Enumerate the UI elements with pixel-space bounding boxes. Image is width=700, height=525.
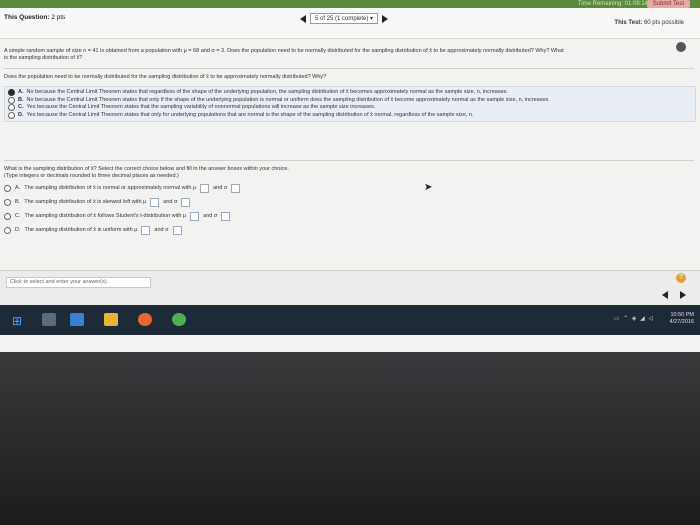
option-text: The sampling distribution of x̄ follows … (24, 212, 187, 219)
option-text: The sampling distribution of x̄ is norma… (24, 184, 197, 191)
option-letter: D. (18, 111, 24, 118)
option-2d[interactable]: D. The sampling distribution of x̄ is un… (4, 223, 240, 237)
answer-hint-box: Click to select and enter your answer(s)… (6, 277, 151, 288)
clock-date: 4/27/2016 (669, 319, 694, 325)
option-text-mid: and σ (203, 212, 218, 219)
mu-input[interactable] (150, 197, 160, 207)
option-text: Yes because the Central Limit Theorem st… (26, 104, 376, 111)
pager (662, 291, 686, 299)
test-points-value: 60 pts possible (643, 20, 684, 26)
option-letter: A. (15, 184, 21, 191)
file-explorer-icon[interactable] (104, 313, 118, 326)
question-points: 2 pts (51, 14, 66, 21)
option-text-mid: and σ (213, 184, 228, 191)
windows-taskbar: ⊞ ▭ ⌃ ◈ ◢ ◁ 10:50 PM 4/27/2016 (0, 305, 700, 335)
option-text: No because the Central Limit Theorem sta… (26, 96, 550, 103)
question-1-text: Does the population need to be normally … (4, 74, 327, 80)
radio-2a[interactable] (4, 184, 11, 192)
option-letter: A. (18, 89, 24, 96)
option-text: The sampling distribution of x̄ is skewe… (24, 198, 147, 205)
chrome-icon[interactable] (172, 313, 186, 326)
question-label: This Question: (4, 14, 50, 21)
firefox-icon[interactable] (138, 313, 152, 326)
windows-start-icon[interactable]: ⊞ (12, 314, 22, 328)
taskbar-clock[interactable]: 10:50 PM 4/27/2016 (670, 312, 694, 326)
option-letter: C. (18, 104, 24, 111)
mu-input[interactable] (141, 225, 151, 235)
radio-d[interactable] (8, 111, 15, 119)
radio-b[interactable] (8, 96, 15, 104)
option-2a[interactable]: A. The sampling distribution of x̄ is no… (4, 181, 241, 195)
question-header: This Question: 2 pts 5 of 25 (1 complete… (0, 8, 700, 39)
option-letter: D. (15, 226, 21, 233)
mu-input[interactable] (190, 211, 200, 221)
sigma-input[interactable] (172, 225, 182, 235)
option-b[interactable]: B. No because the Central Limit Theorem … (8, 96, 692, 105)
previous-question-icon[interactable] (300, 14, 306, 23)
radio-c[interactable] (8, 104, 15, 112)
previous-page-icon[interactable] (662, 291, 668, 299)
sigma-input[interactable] (181, 197, 191, 207)
option-a[interactable]: A. No because the Central Limit Theorem … (8, 89, 692, 97)
test-label: This Test: (614, 20, 643, 26)
question-info: This Question: 2 pts (4, 14, 65, 21)
task-view-icon[interactable] (42, 313, 56, 326)
laptop-bezel (0, 352, 700, 525)
edge-icon[interactable] (70, 313, 84, 326)
option-text: The sampling distribution of x̄ is unifo… (24, 226, 138, 233)
problem-line-2: is the sampling distribution of x̄? (4, 55, 83, 61)
clock-time: 10:50 PM (670, 312, 694, 318)
mouse-cursor-icon: ➤ (424, 182, 433, 193)
question-2-options: A. The sampling distribution of x̄ is no… (4, 181, 241, 237)
option-text-mid: and σ (163, 198, 178, 205)
mu-input[interactable] (200, 183, 210, 193)
option-text: No because the Central Limit Theorem sta… (26, 89, 508, 96)
next-page-icon[interactable] (680, 291, 686, 299)
option-letter: B. (18, 96, 24, 103)
sigma-input[interactable] (221, 211, 231, 221)
divider (4, 68, 694, 69)
option-letter: C. (15, 212, 21, 219)
radio-a[interactable] (8, 89, 15, 97)
option-c[interactable]: C. Yes because the Central Limit Theorem… (8, 104, 692, 112)
question-progress-dropdown[interactable]: 5 of 25 (1 complete) ▾ (310, 13, 379, 24)
test-status-bar: Time Remaining: 01:09:14 Submit Test (0, 0, 700, 8)
option-text-mid: and σ (154, 226, 169, 233)
radio-2b[interactable] (4, 198, 11, 206)
option-2b[interactable]: B. The sampling distribution of x̄ is sk… (4, 195, 240, 209)
option-text: Yes because the Central Limit Theorem st… (26, 111, 474, 118)
sigma-input[interactable] (231, 183, 241, 193)
option-letter: B. (15, 198, 21, 205)
radio-2d[interactable] (4, 226, 11, 234)
system-tray-icons[interactable]: ▭ ⌃ ◈ ◢ ◁ (614, 315, 654, 322)
submit-test-button[interactable]: Submit Test (646, 0, 690, 8)
radio-2c[interactable] (4, 212, 11, 220)
option-d[interactable]: D. Yes because the Central Limit Theorem… (8, 111, 692, 120)
problem-statement: A simple random sample of size n = 41 is… (4, 48, 680, 62)
browser-screen: Time Remaining: 01:09:14 Submit Test Thi… (0, 0, 700, 352)
question-footer: Click to select and enter your answer(s)… (0, 270, 700, 305)
next-question-icon[interactable] (382, 14, 389, 23)
question-1-options: A. No because the Central Limit Theorem … (4, 86, 696, 122)
question-2-note: (Type integers or decimals rounded to th… (4, 173, 179, 179)
problem-line-1: A simple random sample of size n = 41 is… (4, 48, 564, 54)
divider (4, 160, 694, 161)
progress-text: 5 of 25 (1 complete) (315, 16, 369, 22)
question-nav: 5 of 25 (1 complete) ▾ (300, 13, 389, 24)
option-2c[interactable]: C. The sampling distribution of x̄ follo… (4, 209, 240, 223)
time-remaining: Time Remaining: 01:09:14 (577, 1, 648, 7)
test-points: This Test: 60 pts possible (614, 20, 684, 26)
help-icon[interactable]: ? (676, 273, 686, 283)
question-2-text: What is the sampling distribution of x̄?… (4, 166, 289, 172)
